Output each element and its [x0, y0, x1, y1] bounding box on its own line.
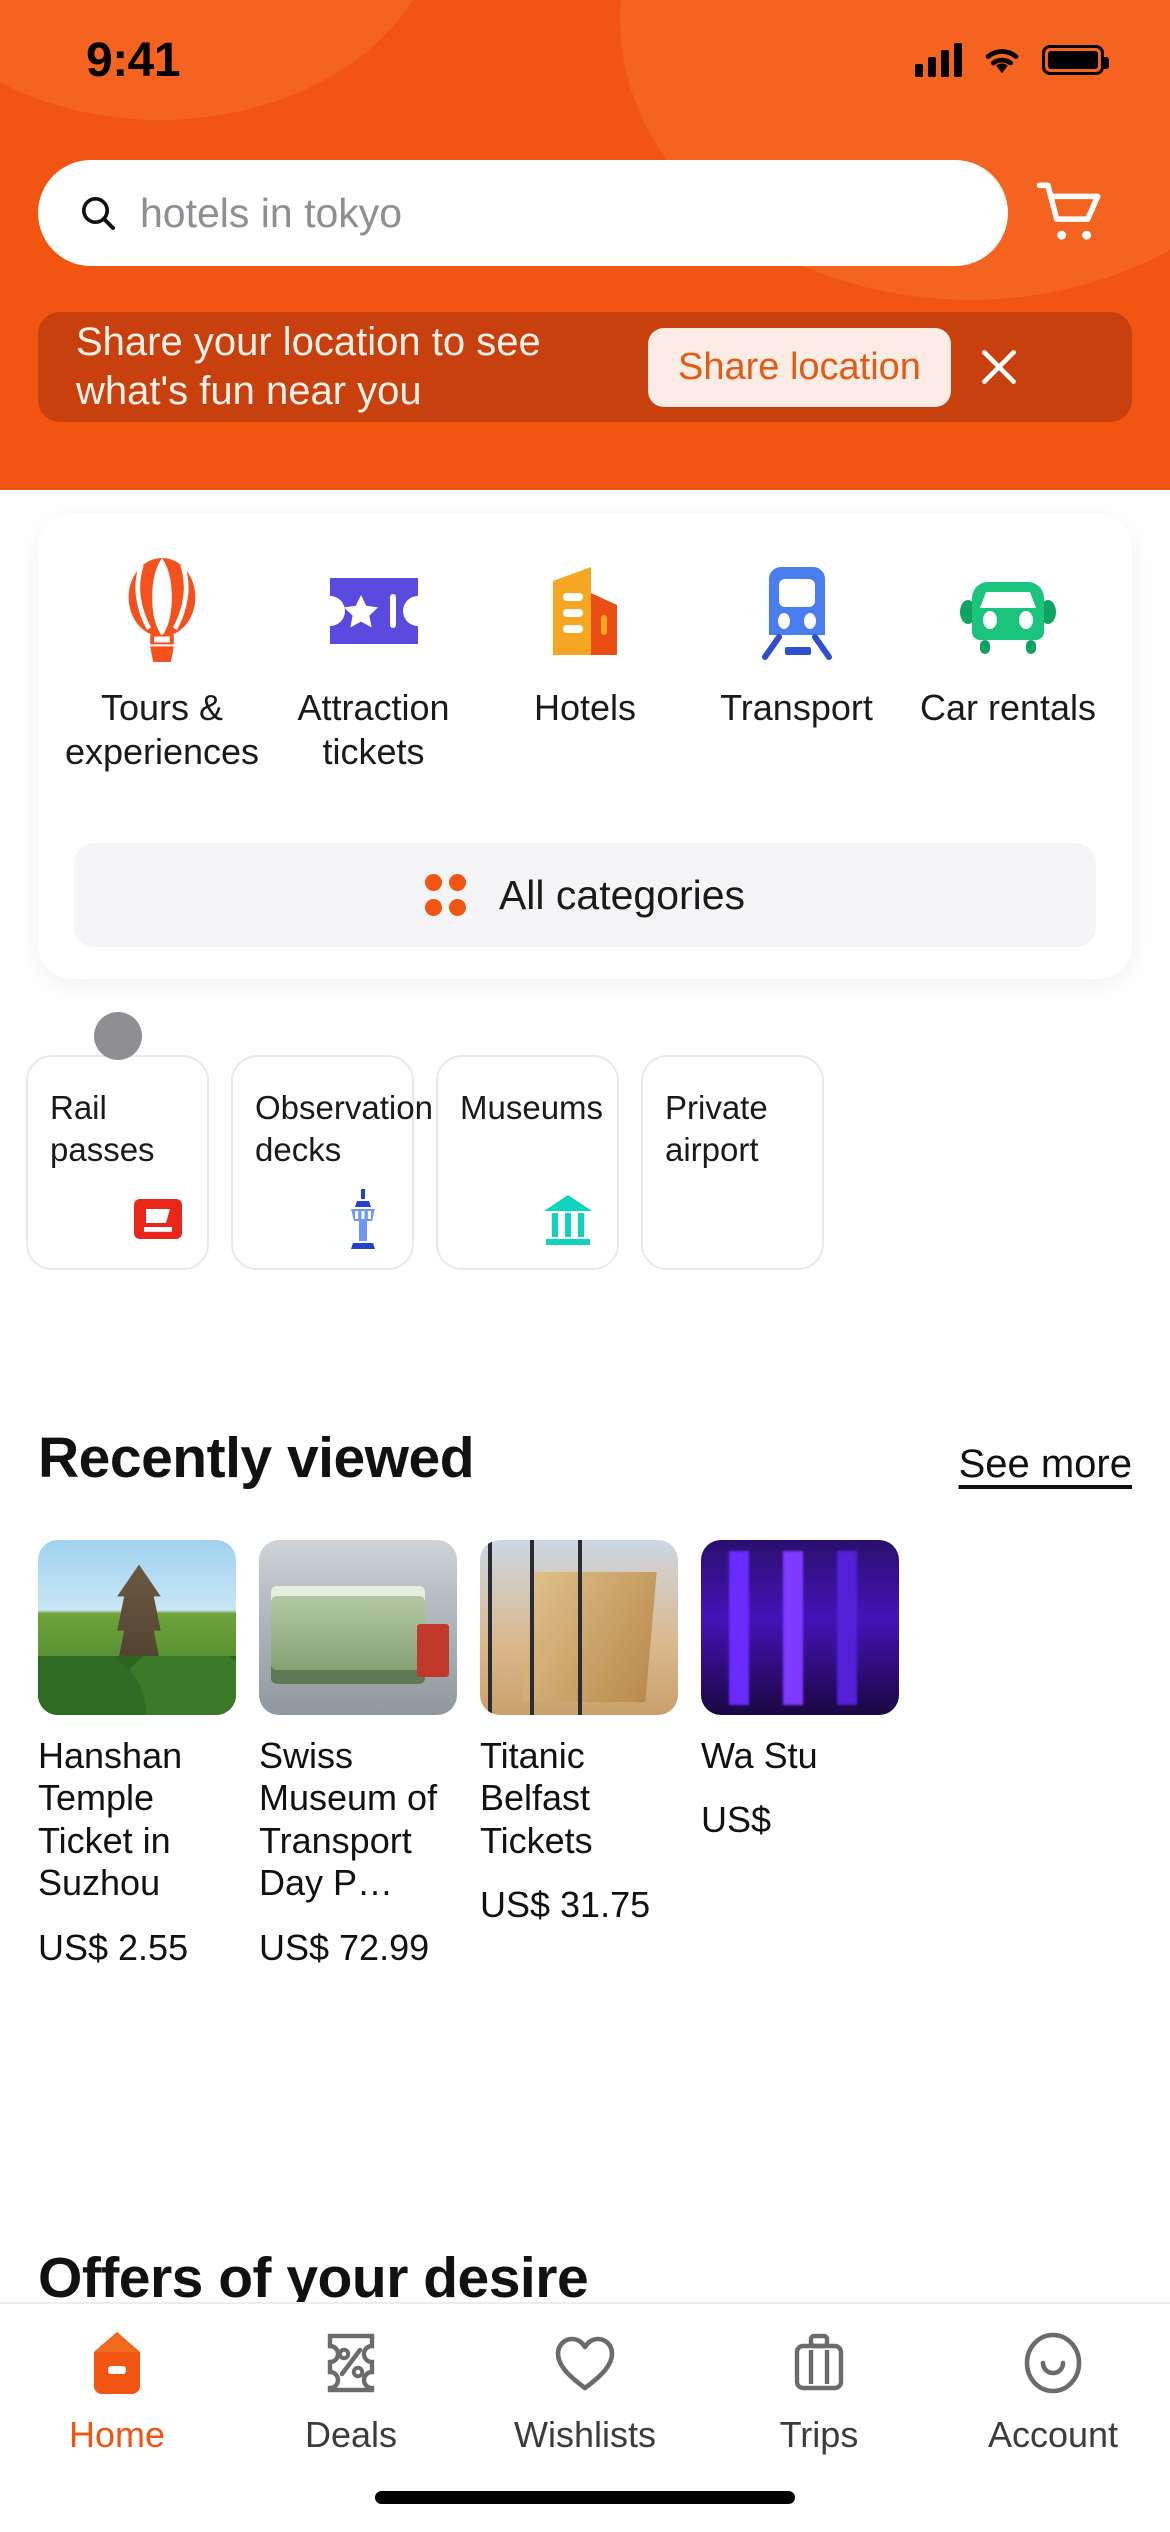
quick-chip-museums[interactable]: Museums: [436, 1055, 619, 1270]
category-card: Tours & experiences Attraction tickets H…: [38, 514, 1132, 979]
home-icon: [90, 2330, 144, 2396]
hotel-building-icon: [543, 558, 627, 664]
quick-chip-label: Observation decks: [255, 1089, 433, 1169]
nav-label: Account: [987, 2414, 1119, 2455]
product-title: Titanic Belfast Tickets: [480, 1735, 593, 1861]
close-banner-button[interactable]: [963, 331, 1035, 403]
recently-viewed-card[interactable]: Hanshan Temple Ticket in Suzhou US$ 2.55: [38, 1540, 236, 1968]
nav-item-deals[interactable]: Deals: [251, 2330, 451, 2456]
all-categories-label: All categories: [498, 871, 746, 918]
recently-viewed-title: Recently viewed: [38, 1426, 475, 1490]
category-attraction-tickets[interactable]: Attraction tickets: [276, 558, 472, 774]
all-categories-button[interactable]: All categories: [74, 843, 1096, 947]
deals-percent-ticket-icon: [322, 2330, 380, 2396]
purple-lights-photo: [701, 1540, 899, 1715]
quick-chip-label: Museums: [460, 1089, 604, 1126]
app-screen: 9:41 hotels in tokyo Share your location…: [0, 0, 1170, 2532]
quick-chip-label: Private airport: [665, 1089, 768, 1169]
carousel-scroll-handle[interactable]: [94, 1012, 142, 1060]
museum-columns-icon: [539, 1190, 597, 1248]
grid-four-dots-icon: [424, 874, 467, 916]
titanic-belfast-building-photo: [480, 1540, 678, 1715]
home-indicator: [375, 2491, 795, 2504]
category-row: Tours & experiences Attraction tickets H…: [38, 514, 1132, 774]
shopping-cart-icon: [1036, 182, 1101, 240]
recently-viewed-header: Recently viewed See more: [0, 1425, 1170, 1491]
category-tours-experiences[interactable]: Tours & experiences: [64, 558, 260, 774]
search-row: hotels in tokyo: [0, 160, 1170, 266]
search-placeholder: hotels in tokyo: [140, 189, 403, 236]
nav-label: Home: [68, 2414, 166, 2455]
category-hotels[interactable]: Hotels: [487, 558, 683, 730]
wifi-icon: [985, 49, 1019, 74]
status-bar: 9:41: [0, 0, 1170, 120]
status-icons: [915, 43, 1109, 77]
product-title: Hanshan Temple Ticket in Suzhou: [38, 1735, 183, 1904]
share-location-message: Share your location to see what's fun ne…: [76, 320, 541, 413]
search-icon: [82, 197, 115, 230]
pagoda-temple-photo: [38, 1540, 236, 1715]
recently-viewed-carousel[interactable]: Hanshan Temple Ticket in Suzhou US$ 2.55…: [0, 1540, 1170, 1968]
nav-label: Wishlists: [514, 2414, 656, 2455]
rail-pass-ticket-icon: [129, 1190, 187, 1248]
hot-air-balloon-icon: [114, 558, 210, 664]
category-car-rentals[interactable]: Car rentals: [910, 558, 1106, 730]
quick-chips-carousel[interactable]: Rail passes Observation decks Museums Pr…: [0, 1055, 1170, 1300]
account-smiley-icon: [1023, 2330, 1083, 2396]
category-label: Hotels: [533, 687, 637, 728]
suitcase-icon: [791, 2330, 847, 2396]
nav-item-wishlists[interactable]: Wishlists: [485, 2330, 685, 2456]
product-title: Swiss Museum of Transport Day P…: [259, 1735, 438, 1904]
nav-item-trips[interactable]: Trips: [719, 2330, 919, 2456]
nav-item-home[interactable]: Home: [17, 2330, 217, 2456]
recently-viewed-see-more[interactable]: See more: [959, 1442, 1132, 1487]
share-location-button[interactable]: Share location: [648, 327, 951, 407]
heart-icon: [554, 2330, 616, 2396]
vintage-tram-photo: [259, 1540, 457, 1715]
nav-item-account[interactable]: Account: [953, 2330, 1153, 2456]
airport-transfer-icon: [744, 1190, 802, 1248]
search-input[interactable]: hotels in tokyo: [38, 160, 1008, 266]
recently-viewed-card[interactable]: Titanic Belfast Tickets US$ 31.75: [480, 1540, 678, 1925]
category-label: Tours & experiences: [64, 687, 260, 772]
nav-label: Trips: [779, 2414, 859, 2455]
share-location-banner: Share your location to see what's fun ne…: [38, 312, 1132, 422]
quick-chip-observation-decks[interactable]: Observation decks: [231, 1055, 433, 1270]
recently-viewed-card[interactable]: Wa Stu US$: [701, 1540, 899, 1910]
quick-chip-private-airport[interactable]: Private airport: [641, 1055, 824, 1270]
recently-viewed-card[interactable]: Swiss Museum of Transport Day P… US$ 72.…: [259, 1540, 457, 1968]
observation-tower-icon: [334, 1189, 392, 1249]
close-icon: [982, 350, 1016, 384]
category-label: Car rentals: [919, 687, 1097, 728]
car-icon: [956, 558, 1060, 664]
train-icon: [749, 558, 845, 664]
shopping-cart-button[interactable]: [1008, 160, 1132, 266]
status-time: 9:41: [86, 33, 181, 87]
product-title: Wa Stu: [701, 1735, 818, 1776]
ticket-star-icon: [324, 558, 424, 664]
product-price: US$ 2.55: [38, 1926, 189, 1968]
quick-chip-rail-passes[interactable]: Rail passes: [26, 1055, 209, 1270]
category-label: Transport: [720, 687, 873, 728]
quick-chip-label: Rail passes: [50, 1089, 155, 1169]
category-label: Attraction tickets: [297, 687, 450, 772]
product-price: US$ 31.75: [480, 1884, 651, 1926]
nav-label: Deals: [304, 2414, 398, 2455]
product-price: US$ 72.99: [259, 1926, 430, 1968]
battery-full-icon: [1042, 45, 1109, 75]
category-transport[interactable]: Transport: [699, 558, 895, 730]
cellular-bars-icon: [915, 43, 962, 77]
product-price: US$: [701, 1799, 772, 1841]
